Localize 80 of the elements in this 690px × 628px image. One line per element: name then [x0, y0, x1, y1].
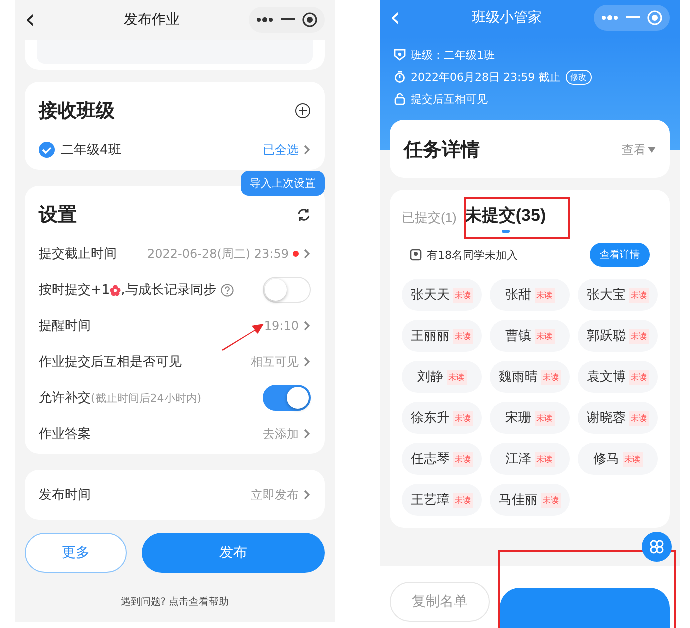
add-icon[interactable]	[295, 103, 311, 119]
unread-tag: 未读	[629, 410, 649, 426]
unread-tag: 未读	[541, 370, 561, 384]
class-name: 二年级4班	[61, 142, 122, 159]
student-chip[interactable]: 马佳丽 未读	[490, 484, 570, 516]
unread-tag: 未读	[453, 452, 473, 466]
card-title: 设置	[39, 203, 77, 228]
back-button[interactable]: ‹	[25, 7, 55, 33]
unread-tag: 未读	[541, 492, 561, 508]
checkbox[interactable]	[39, 142, 55, 158]
setting-label: 按时提交+1	[39, 282, 110, 299]
unread-tag: 未读	[622, 452, 642, 466]
chevron-icon	[303, 321, 311, 331]
toggle-switch[interactable]	[263, 385, 311, 411]
unread-tag: 未读	[534, 288, 554, 302]
unread-tag: 未读	[534, 410, 554, 426]
help-icon[interactable]	[221, 284, 234, 296]
student-chip[interactable]: 徐东升 未读	[402, 402, 482, 434]
unread-tag: 未读	[534, 452, 554, 466]
card-title: 任务详情	[404, 138, 480, 163]
student-chip[interactable]: 袁文博 未读	[578, 361, 658, 393]
dropdown-caret-icon[interactable]	[648, 147, 656, 153]
setting-label: 发布时间	[39, 487, 91, 504]
close-icon[interactable]	[302, 12, 318, 28]
student-chip[interactable]: 张天天 未读	[402, 279, 482, 311]
notice-text: 有18名同学未加入	[427, 248, 518, 262]
setting-label: ,与成长记录同步	[121, 282, 216, 299]
setting-label: 提交截止时间	[39, 246, 117, 263]
more-icon[interactable]	[256, 17, 274, 23]
student-chip[interactable]: 刘静 未读	[402, 361, 482, 393]
minimize-icon[interactable]	[280, 18, 295, 22]
student-chip[interactable]: 郭跃聪 未读	[578, 320, 658, 352]
unread-tag: 未读	[534, 328, 554, 344]
student-chip[interactable]: 修马 未读	[578, 443, 658, 475]
annotation-arrow	[220, 322, 265, 352]
student-chip[interactable]: 谢晓蓉 未读	[578, 402, 658, 434]
chevron-icon	[303, 429, 311, 439]
student-chip[interactable]: 王丽丽 未读	[402, 320, 482, 352]
student-chip[interactable]: 曹镇 未读	[490, 320, 570, 352]
unread-tag: 未读	[446, 370, 466, 384]
card-title: 接收班级	[39, 99, 115, 124]
student-chip[interactable]: 王艺璋 未读	[402, 484, 482, 516]
page-title: 发布作业	[123, 11, 181, 29]
chevron-icon	[303, 249, 311, 259]
setting-label: 允许补交	[39, 390, 91, 407]
student-chip[interactable]: 任志琴 未读	[402, 443, 482, 475]
unread-tag: 未读	[453, 288, 473, 302]
unread-tag: 未读	[453, 328, 473, 344]
info-text: 班级：二年级1班	[411, 48, 495, 62]
unread-tag: 未读	[453, 410, 473, 426]
unread-tag: 未读	[629, 370, 649, 384]
chevron-icon	[303, 490, 311, 500]
student-chip[interactable]: 魏雨晴 未读	[490, 361, 570, 393]
unlock-icon	[394, 93, 406, 105]
help-link[interactable]: 遇到问题? 点击查看帮助	[15, 595, 335, 609]
unread-tag: 未读	[453, 492, 473, 508]
action-button[interactable]	[500, 588, 670, 628]
person-icon	[410, 249, 422, 261]
student-chip[interactable]: 江泽 未读	[490, 443, 570, 475]
setting-label: 作业答案	[39, 426, 91, 443]
unread-tag: 未读	[629, 328, 649, 344]
mini-program-capsule[interactable]	[249, 7, 325, 33]
info-text: 提交后互相可见	[411, 92, 488, 106]
floating-menu-icon[interactable]	[642, 532, 672, 562]
tab[interactable]: 未提交(35)	[464, 204, 546, 233]
student-chip[interactable]: 宋珊 未读	[490, 402, 570, 434]
refresh-icon[interactable]	[297, 208, 311, 222]
timer-icon	[394, 71, 406, 83]
page-title: 班级小管家	[471, 9, 543, 27]
unread-tag: 未读	[629, 288, 649, 302]
flower-icon	[110, 284, 122, 296]
shield-icon	[394, 49, 406, 61]
chevron-icon	[303, 145, 311, 155]
info-text: 2022年06月28日 23:59 截止	[411, 70, 561, 84]
setting-label: 提醒时间	[39, 318, 91, 335]
setting-note: (截止时间后24小时内)	[91, 390, 202, 406]
chevron-icon	[303, 357, 311, 367]
setting-label: 作业提交后互相是否可见	[39, 354, 182, 371]
student-chip[interactable]: 张甜 未读	[490, 279, 570, 311]
student-chip[interactable]: 张大宝 未读	[578, 279, 658, 311]
